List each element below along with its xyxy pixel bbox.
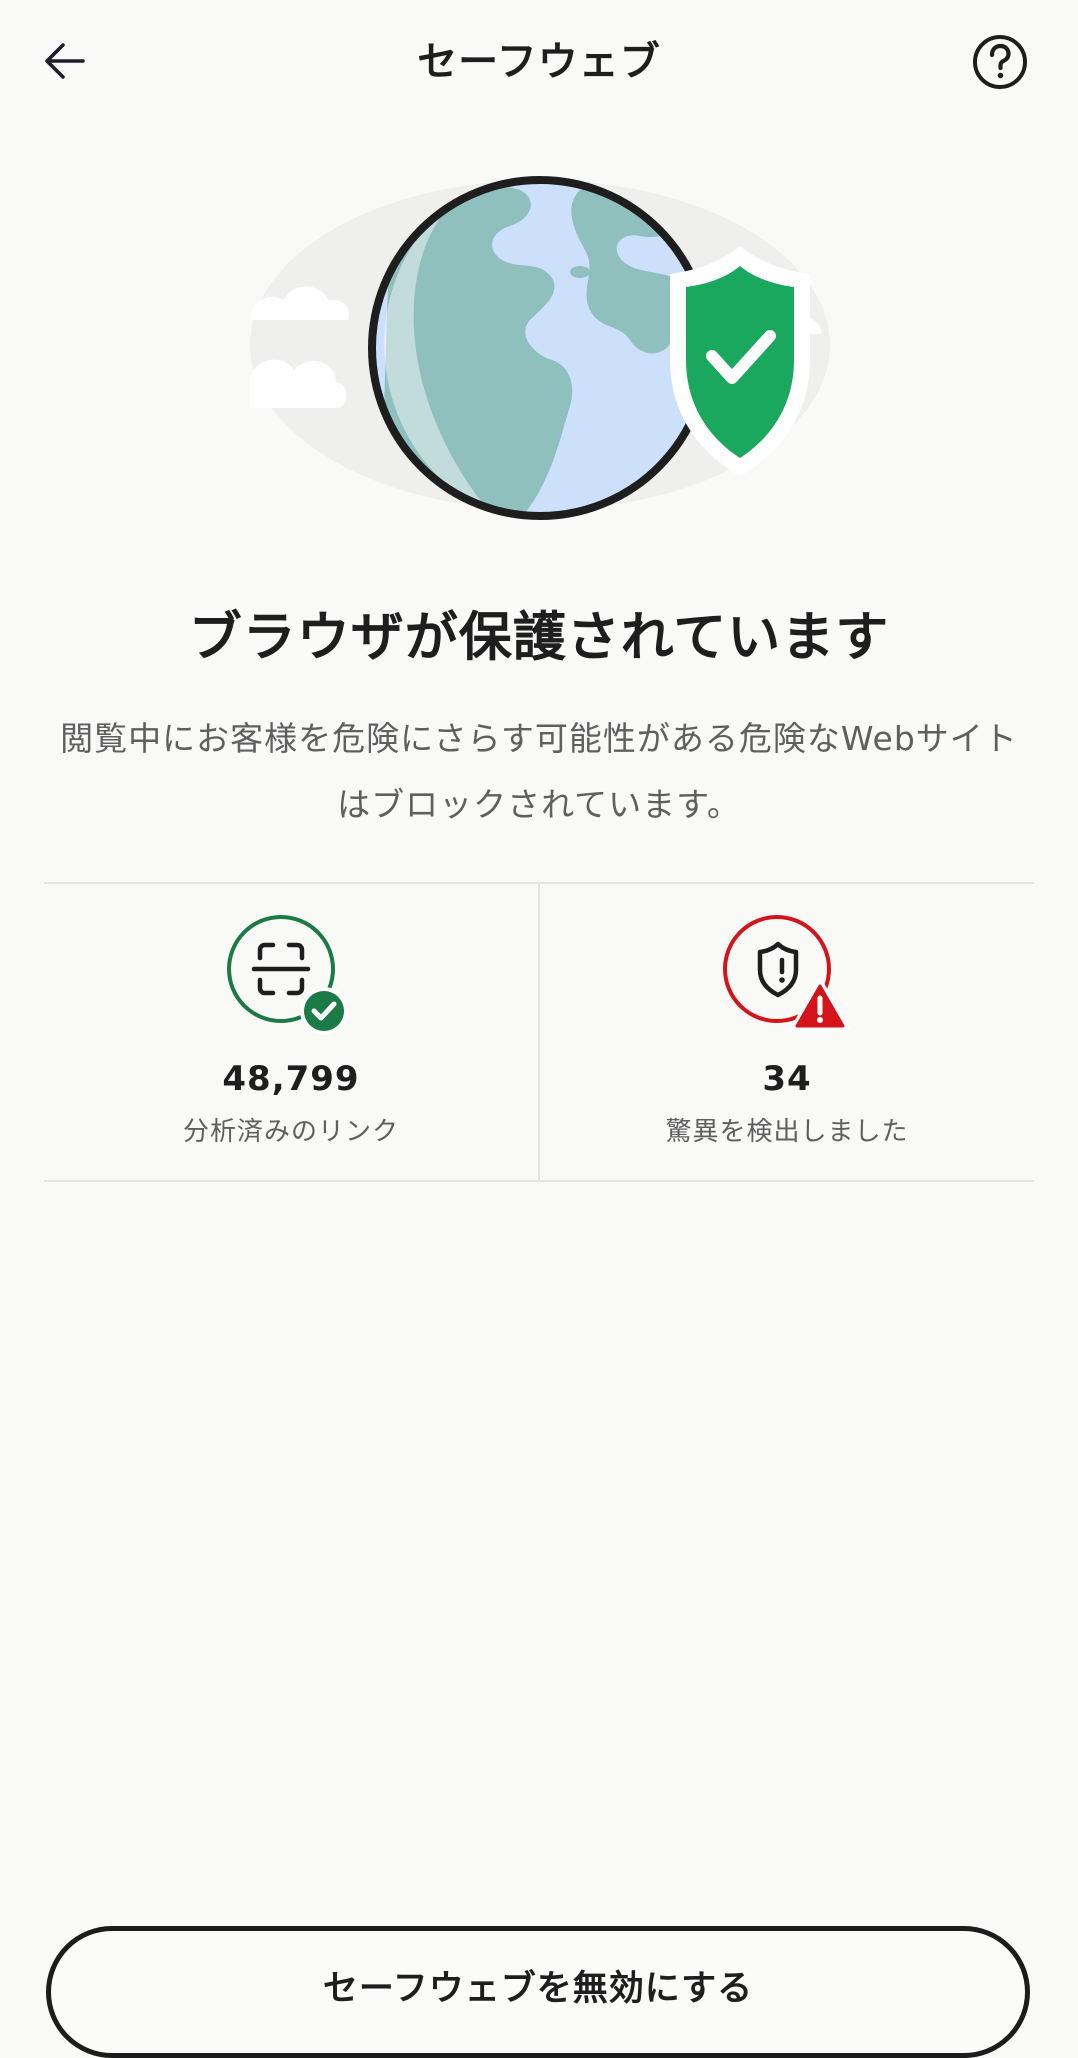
hero-illustration — [240, 160, 840, 540]
help-button[interactable] — [970, 32, 1030, 92]
question-circle-icon — [973, 35, 1027, 89]
stat-threats-detected: 34 驚異を検出しました — [538, 884, 1034, 1180]
links-analyzed-label: 分析済みのリンク — [182, 1117, 399, 1147]
links-analyzed-count: 48,799 — [222, 1059, 360, 1099]
stat-links-analyzed: 48,799 分析済みのリンク — [44, 884, 538, 1180]
protection-headline: ブラウザが保護されています — [188, 607, 890, 668]
threats-detected-label: 驚異を検出しました — [665, 1117, 909, 1147]
protection-description: 閲覧中にお客様を危険にさらす可能性がある危険なWebサイトはブロックされています… — [60, 719, 1018, 824]
scan-link-check-icon — [227, 915, 348, 1035]
app-header: セーフウェブ — [0, 0, 1078, 126]
globe-with-shield-check-icon — [250, 176, 830, 520]
page-title: セーフウェブ — [417, 39, 661, 85]
stats-panel: 48,799 分析済みのリンク 34 驚異を検出しました — [44, 882, 1034, 1182]
threats-detected-count: 34 — [762, 1059, 812, 1099]
shield-warning-icon — [723, 915, 849, 1031]
disable-safe-web-button[interactable]: セーフウェブを無効にする — [46, 1926, 1030, 2058]
